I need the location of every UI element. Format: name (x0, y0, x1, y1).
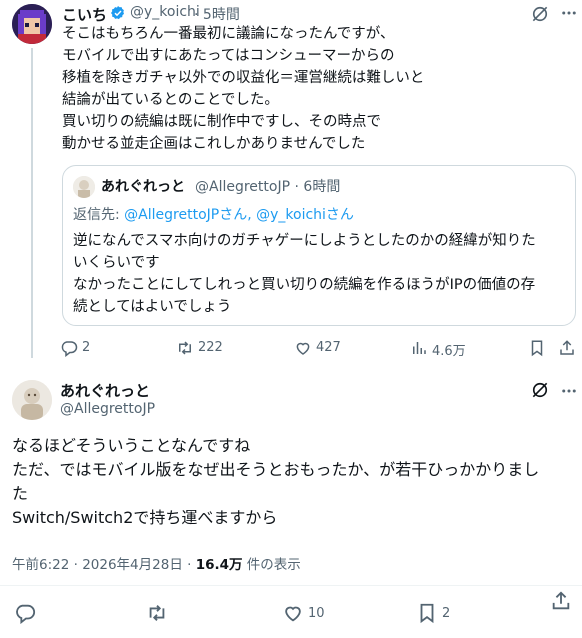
post-text-line: Switch/Switch2で持ち運べますから (12, 508, 278, 527)
more-options-icon[interactable] (560, 382, 578, 400)
grok-icon[interactable] (530, 4, 550, 24)
avatar[interactable] (12, 4, 52, 44)
author-name[interactable]: こいち (62, 4, 107, 25)
post-timestamp[interactable]: 午前6:22 · 2026年4月28日 · (12, 557, 196, 573)
post-text-line: なるほどそういうことなんですね (12, 436, 251, 455)
post-text-line: そこはもちろん一番最初に議論になったんですが、 (62, 26, 395, 42)
view-count: 4.6万 (432, 344, 466, 359)
post-time[interactable]: · 5時間 (194, 4, 240, 24)
quote-text-line: なかったことにしてしれっと買い切りの続編を作るほうがIPの価値の存 (73, 277, 536, 293)
author-name[interactable]: あれぐれっと (60, 380, 150, 401)
reply-icon (14, 602, 36, 624)
post-text-line: 動かせる並走企画はこれしかありませんでした (62, 136, 366, 152)
quote-author-handle: @AllegrettoJP · 6時間 (195, 179, 341, 195)
bookmark-icon (416, 602, 438, 624)
share-icon (550, 590, 572, 612)
reply-icon (60, 339, 78, 357)
view-count: 16.4万 (195, 557, 243, 573)
views-chart-icon (410, 339, 428, 357)
bookmark-count: 2 (442, 606, 451, 621)
quote-text-line: いくらいです (73, 255, 160, 271)
quote-reply-to: 返信先: @AllegrettoJPさん, @y_koichiさん (73, 207, 354, 223)
quote-avatar (73, 176, 95, 198)
share-icon[interactable] (558, 339, 576, 357)
post-text: そこはもちろん一番最初に議論になったんですが、 モバイルで出すにあたってはコンシ… (62, 23, 562, 155)
post-text: なるほどそういうことなんですね ただ、ではモバイル版をなぜ出そうとおもったか、が… (12, 434, 577, 530)
repost-button[interactable]: 222 (176, 338, 246, 358)
heart-icon (294, 339, 312, 357)
more-options-icon[interactable] (560, 4, 578, 22)
repost-icon (176, 339, 194, 357)
divider (0, 585, 582, 586)
verified-badge-icon (110, 5, 126, 21)
bookmark-button[interactable]: 2 (416, 602, 476, 624)
post-text-line: ただ、ではモバイル版をなぜ出そうとおもったか、が若干ひっかかりまし (12, 460, 540, 479)
quote-text: 逆になんでスマホ向けのガチャゲーにしようとしたのかの経緯が知りた いくらいです … (73, 230, 568, 318)
repost-icon (146, 602, 168, 624)
view-suffix: 件の表示 (242, 557, 301, 573)
author-handle[interactable]: @AllegrettoJP (60, 401, 155, 417)
avatar[interactable] (12, 380, 52, 420)
reply-button[interactable]: 2 (60, 338, 120, 358)
thread-line (31, 48, 33, 358)
post-text-line: た (12, 484, 29, 503)
bookmark-icon[interactable] (528, 339, 546, 357)
quoted-post[interactable]: あれぐれっと @AllegrettoJP · 6時間 返信先: @Allegre… (62, 165, 576, 326)
post-text-line: 移植を除きガチャ以外での収益化＝運営継続は難しいと (62, 70, 425, 86)
grok-icon[interactable] (530, 380, 550, 400)
like-button[interactable]: 427 (294, 338, 364, 358)
post-text-line: 買い切りの続編は既に制作中ですし、その時点で (62, 114, 381, 130)
repost-button[interactable] (146, 602, 176, 624)
like-count: 10 (308, 606, 325, 621)
reply-count: 2 (82, 340, 91, 355)
post-text-line: モバイルで出すにあたってはコンシューマーからの (62, 48, 395, 64)
like-count: 427 (316, 340, 341, 355)
author-handle[interactable]: @y_koichi (130, 4, 200, 20)
heart-icon (282, 602, 304, 624)
quote-text-line: 続としてはよいでしょう (73, 299, 232, 315)
reply-button[interactable] (14, 602, 44, 624)
share-button[interactable] (550, 590, 574, 612)
post-metadata: 午前6:22 · 2026年4月28日 · 16.4万 件の表示 (12, 553, 301, 573)
views-button[interactable]: 4.6万 (410, 338, 480, 359)
quote-author-name: あれぐれっと (101, 179, 185, 195)
post-text-line: 結論が出ているとのことでした。 (62, 92, 279, 108)
repost-count: 222 (198, 340, 223, 355)
quote-text-line: 逆になんでスマホ向けのガチャゲーにしようとしたのかの経緯が知りた (73, 233, 536, 249)
like-button[interactable]: 10 (282, 602, 342, 624)
